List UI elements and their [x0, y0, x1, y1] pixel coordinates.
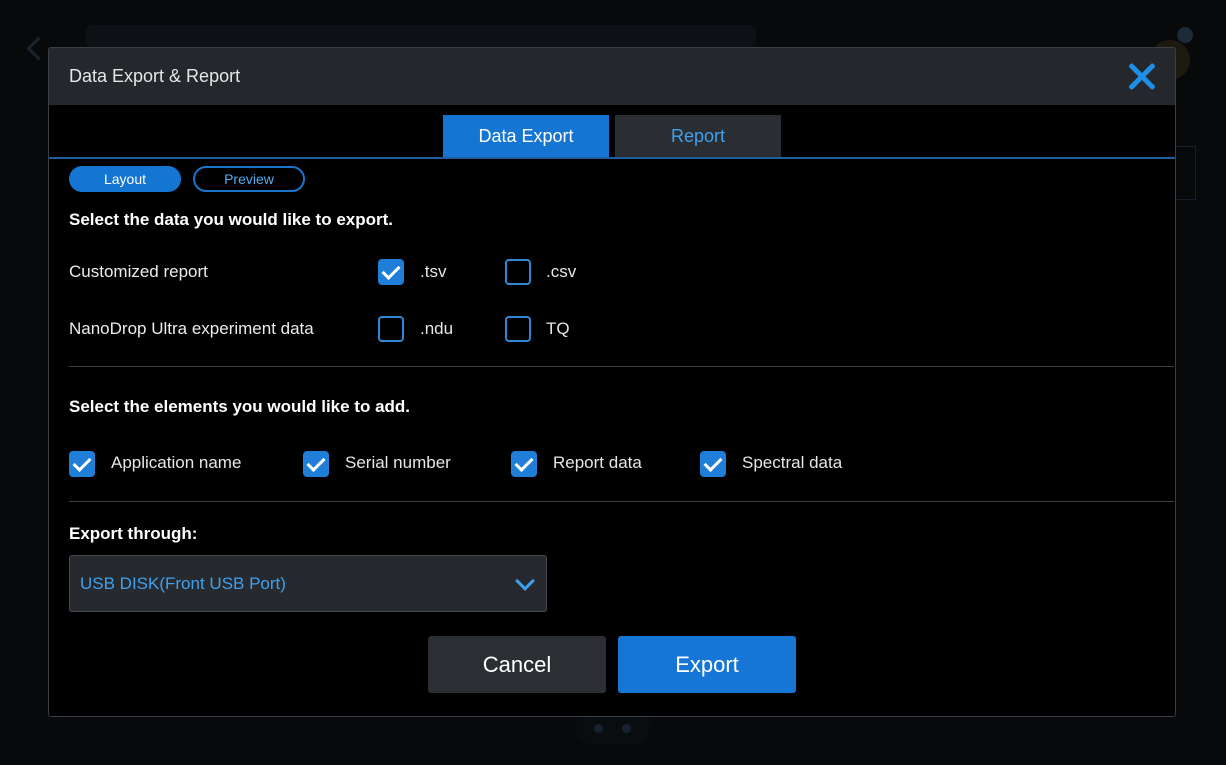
spectral-data-label: Spectral data: [742, 453, 843, 472]
tq-label: TQ: [546, 319, 570, 338]
tsv-label: .tsv: [420, 262, 447, 281]
export-button[interactable]: Export: [618, 636, 796, 693]
tab-data-export[interactable]: Data Export: [443, 115, 609, 157]
background-toolbar: [86, 25, 756, 47]
customized-report-label: Customized report: [69, 262, 208, 281]
serial-number-checkbox[interactable]: [303, 451, 329, 477]
page-dot-icon: [594, 724, 603, 733]
tsv-checkbox[interactable]: [378, 259, 404, 285]
report-data-label: Report data: [553, 453, 642, 472]
experiment-data-label: NanoDrop Ultra experiment data: [69, 319, 314, 338]
page-dot-icon: [622, 724, 631, 733]
csv-label: .csv: [546, 262, 577, 281]
tq-checkbox[interactable]: [505, 316, 531, 342]
export-through-heading: Export through:: [69, 524, 198, 543]
ndu-label: .ndu: [420, 319, 454, 338]
application-name-checkbox[interactable]: [69, 451, 95, 477]
application-name-label: Application name: [111, 453, 242, 472]
serial-number-label: Serial number: [345, 453, 451, 472]
spectral-data-checkbox[interactable]: [700, 451, 726, 477]
background-card: [1175, 146, 1196, 200]
csv-checkbox[interactable]: [505, 259, 531, 285]
export-dialog: Data Export & Report Data Export Report …: [48, 47, 1176, 717]
tab-report[interactable]: Report: [615, 115, 781, 157]
export-destination-value: USB DISK(Front USB Port): [80, 574, 286, 593]
data-section-heading: Select the data you would like to export…: [69, 210, 394, 229]
elements-section-heading: Select the elements you would like to ad…: [69, 397, 411, 416]
section-divider: [69, 501, 1174, 502]
dialog-title: Data Export & Report: [69, 66, 241, 86]
tab-underline: [49, 157, 1175, 159]
back-arrow-icon: [26, 36, 51, 61]
preview-toggle-button[interactable]: Preview: [193, 166, 305, 192]
export-destination-select[interactable]: USB DISK(Front USB Port): [69, 555, 547, 612]
ndu-checkbox[interactable]: [378, 316, 404, 342]
section-divider: [69, 366, 1174, 367]
notification-dot-icon: [1177, 27, 1193, 43]
dialog-header: Data Export & Report: [49, 48, 1175, 105]
close-icon[interactable]: [1123, 58, 1161, 96]
chevron-down-icon: [515, 571, 535, 591]
layout-toggle-button[interactable]: Layout: [69, 166, 181, 192]
cancel-button[interactable]: Cancel: [428, 636, 606, 693]
report-data-checkbox[interactable]: [511, 451, 537, 477]
